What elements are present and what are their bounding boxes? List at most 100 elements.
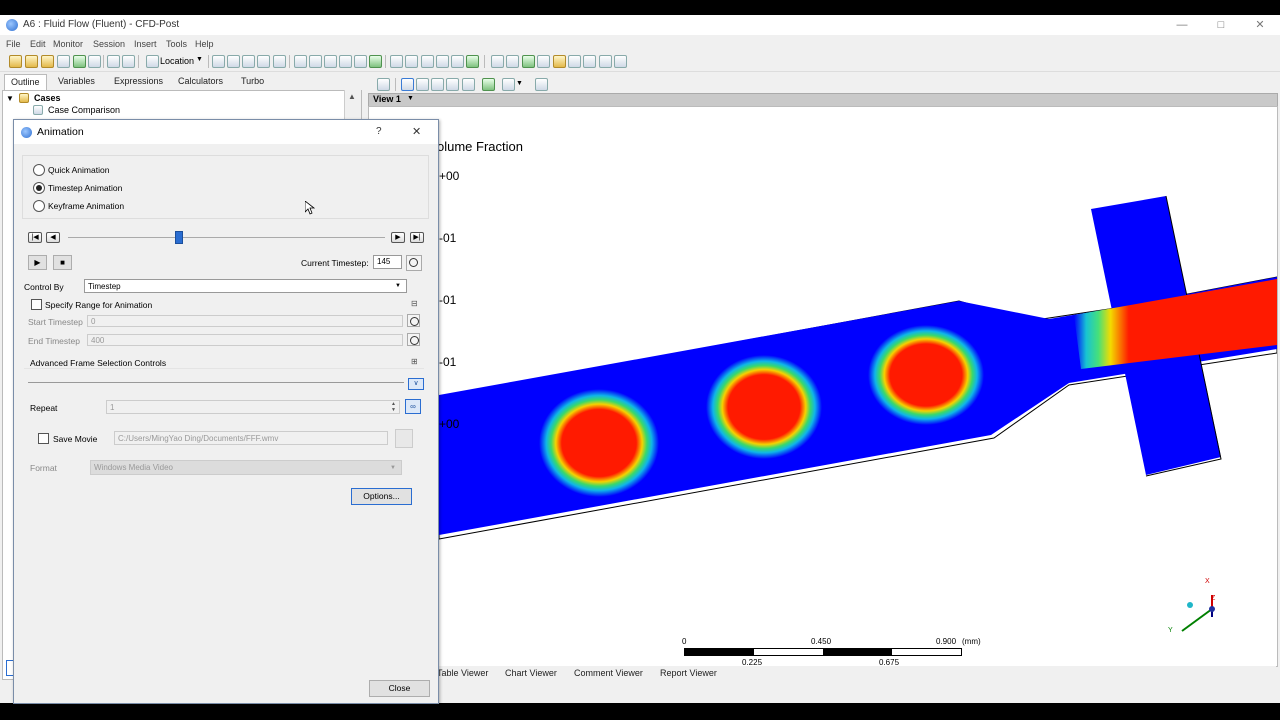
end-timestep-clock-icon[interactable] (407, 333, 420, 346)
dialog-close-icon[interactable]: ✕ (412, 125, 421, 138)
tab-calculators[interactable]: Calculators (172, 74, 229, 89)
location-dropdown-icon[interactable]: ▼ (196, 56, 203, 63)
format-select[interactable]: Windows Media Video ▼ (90, 460, 402, 475)
close-button[interactable]: Close (369, 680, 430, 697)
location-menu-label[interactable]: Location (160, 56, 194, 66)
redo-icon[interactable] (122, 55, 135, 68)
help-button[interactable]: ? (376, 126, 382, 137)
undo-icon[interactable] (107, 55, 120, 68)
tab-table-viewer[interactable]: Table Viewer (437, 668, 488, 678)
timestep-selector-clock-icon[interactable] (406, 255, 422, 271)
streamline-icon[interactable] (242, 55, 255, 68)
layout-icon[interactable] (502, 78, 515, 91)
radio-timestep-animation[interactable] (33, 182, 45, 194)
radio-keyframe-animation[interactable] (33, 200, 45, 212)
animation-icon[interactable] (506, 55, 519, 68)
first-frame-button[interactable]: |◀ (28, 232, 42, 243)
menu-file[interactable]: File (6, 39, 21, 49)
zoom-box-icon[interactable] (446, 78, 459, 91)
maximize-button[interactable]: □ (1201, 15, 1241, 35)
select-icon[interactable] (377, 78, 390, 91)
symmetry-icon[interactable] (294, 55, 307, 68)
sphere-icon[interactable] (369, 55, 382, 68)
tab-variables[interactable]: Variables (52, 74, 101, 89)
options-button[interactable]: Options... (351, 488, 412, 505)
infinite-repeat-icon[interactable]: ∞ (405, 399, 421, 414)
radio-quick-animation[interactable] (33, 164, 45, 176)
report-icon[interactable] (599, 55, 612, 68)
repeat-spinner-icon[interactable]: ▲ ▼ (391, 401, 396, 413)
contour-icon[interactable] (227, 55, 240, 68)
macro-icon[interactable] (568, 55, 581, 68)
command-icon[interactable] (614, 55, 627, 68)
comment-icon[interactable] (451, 55, 464, 68)
figure-icon[interactable] (466, 55, 479, 68)
open-icon[interactable] (25, 55, 38, 68)
start-timestep-clock-icon[interactable] (407, 314, 420, 327)
timeline-slider[interactable] (68, 237, 385, 238)
tab-expressions[interactable]: Expressions (108, 74, 169, 89)
scroll-up-icon[interactable]: ▲ (348, 92, 356, 101)
start-timestep-input[interactable]: 0 (87, 315, 403, 327)
tab-report-viewer[interactable]: Report Viewer (660, 668, 717, 678)
3d-viewport[interactable]: olume Fraction +00 -01 -01 -01 +00 0 0.4… (368, 106, 1278, 667)
menu-edit[interactable]: Edit (30, 39, 46, 49)
load-icon[interactable] (41, 55, 54, 68)
vector-icon[interactable] (212, 55, 225, 68)
layout-dropdown-icon[interactable]: ▼ (516, 80, 523, 87)
isosurface-icon[interactable] (309, 55, 322, 68)
tree-item-cases[interactable]: Cases (34, 93, 61, 103)
repeat-input[interactable]: 1 (106, 400, 400, 414)
view-label[interactable]: View 1 (373, 94, 401, 104)
fit-view-icon[interactable] (482, 78, 495, 91)
variable-icon[interactable] (390, 55, 403, 68)
save-movie-checkbox[interactable] (38, 433, 49, 444)
play-button[interactable]: ▶ (28, 255, 47, 270)
probe-icon[interactable] (537, 55, 550, 68)
next-frame-button[interactable]: ▶ (391, 232, 405, 243)
expand-advanced-icon[interactable]: ⊞ (411, 357, 418, 366)
rotate-icon[interactable] (401, 78, 414, 91)
minimize-button[interactable]: — (1162, 15, 1202, 35)
timestep-icon[interactable] (491, 55, 504, 68)
zoom-fit-icon[interactable] (462, 78, 475, 91)
previous-frame-button[interactable]: ◀ (46, 232, 60, 243)
menu-insert[interactable]: Insert (134, 39, 157, 49)
tree-item-case-comparison[interactable]: Case Comparison (48, 105, 120, 115)
plane-icon[interactable] (324, 55, 337, 68)
zoom-icon[interactable] (431, 78, 444, 91)
volume-render-icon[interactable] (273, 55, 286, 68)
refresh-icon[interactable] (73, 55, 86, 68)
end-timestep-input[interactable]: 400 (87, 334, 403, 346)
control-by-select[interactable]: Timestep ▼ (84, 279, 407, 293)
export-icon[interactable] (553, 55, 566, 68)
chart-icon[interactable] (436, 55, 449, 68)
menu-tools[interactable]: Tools (166, 39, 187, 49)
line-icon[interactable] (339, 55, 352, 68)
timeline-slider-thumb[interactable] (174, 231, 183, 244)
movie-path-input[interactable]: C:/Users/MingYao Ding/Documents/FFF.wmv (114, 431, 388, 445)
specify-range-checkbox[interactable] (31, 299, 42, 310)
pan-icon[interactable] (416, 78, 429, 91)
quick-edit-icon[interactable] (522, 55, 535, 68)
new-icon[interactable] (9, 55, 22, 68)
expression-icon[interactable] (405, 55, 418, 68)
save-icon[interactable] (57, 55, 70, 68)
view-dropdown-icon[interactable]: ▼ (407, 95, 414, 102)
tab-comment-viewer[interactable]: Comment Viewer (574, 668, 643, 678)
collapse-range-icon[interactable]: ⊟ (411, 299, 418, 308)
menu-session[interactable]: Session (93, 39, 125, 49)
particle-track-icon[interactable] (257, 55, 270, 68)
print-icon[interactable] (88, 55, 101, 68)
detach-icon[interactable] (535, 78, 548, 91)
menu-help[interactable]: Help (195, 39, 214, 49)
case-compare-icon[interactable] (583, 55, 596, 68)
stop-button[interactable]: ■ (53, 255, 72, 270)
browse-folder-icon[interactable] (395, 429, 413, 448)
more-options-chevron-icon[interactable]: ∨ (408, 378, 424, 390)
table-icon[interactable] (421, 55, 434, 68)
menu-monitor[interactable]: Monitor (53, 39, 83, 49)
surface-icon[interactable] (354, 55, 367, 68)
current-timestep-input[interactable]: 145 (373, 255, 402, 269)
last-frame-button[interactable]: ▶| (410, 232, 424, 243)
